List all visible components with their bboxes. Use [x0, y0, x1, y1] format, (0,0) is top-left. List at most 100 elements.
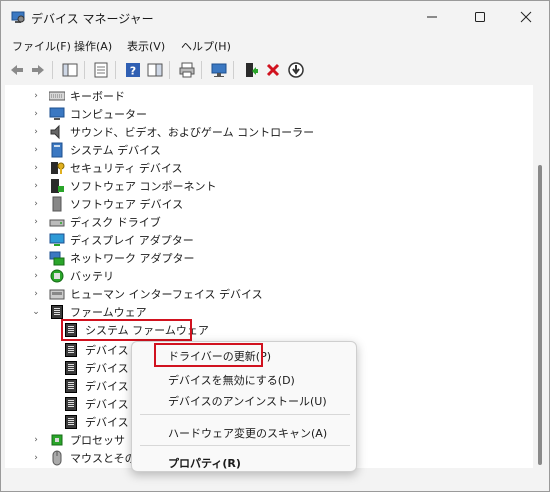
menu-help[interactable]: ヘルプ(H): [181, 38, 231, 54]
tree-item-label: セキュリティ デバイス: [70, 162, 183, 175]
console-tree-button[interactable]: [60, 60, 80, 80]
print-button[interactable]: [177, 60, 197, 80]
forward-button[interactable]: [28, 60, 48, 80]
menu-file[interactable]: ファイル(F): [12, 38, 71, 54]
chevron-right-icon[interactable]: ›: [31, 163, 41, 173]
action-pane-button[interactable]: [145, 60, 165, 80]
disable-toolbar-button[interactable]: [286, 60, 306, 80]
security-device-icon: [51, 162, 65, 174]
tree-item-disk-drives[interactable]: › ディスク ドライブ: [31, 213, 161, 231]
menu-item-scan-hardware[interactable]: ハードウェア変更のスキャン(A): [168, 425, 327, 441]
firmware-icon: [49, 304, 65, 320]
minimize-icon: [427, 16, 437, 18]
scrollbar-thumb[interactable]: [538, 165, 542, 465]
close-button[interactable]: [503, 1, 549, 33]
firmware-icon: [65, 415, 77, 429]
chevron-right-icon[interactable]: ›: [31, 127, 41, 137]
vertical-scrollbar[interactable]: [533, 85, 547, 468]
tree-item-label: キーボード: [70, 90, 125, 103]
back-arrow-icon: [11, 65, 23, 75]
chevron-down-icon[interactable]: ⌄: [31, 307, 41, 317]
toolbar-divider: [115, 61, 116, 79]
chevron-right-icon[interactable]: ›: [31, 199, 41, 209]
firmware-icon: [65, 379, 77, 393]
chevron-right-icon[interactable]: ›: [31, 181, 41, 191]
forward-arrow-icon: [32, 65, 44, 75]
chevron-right-icon[interactable]: ›: [31, 217, 41, 227]
toolbar-divider: [233, 61, 234, 79]
highlight-box-update-driver: [154, 343, 263, 367]
maximize-button[interactable]: [457, 1, 503, 33]
window-title: デバイス マネージャー: [31, 12, 154, 26]
tree-item-label: ファームウェア: [70, 306, 147, 319]
chevron-right-icon[interactable]: ›: [31, 253, 41, 263]
toolbar-divider: [52, 61, 53, 79]
tree-item-label: バッテリ: [70, 270, 114, 283]
chevron-right-icon[interactable]: ›: [31, 235, 41, 245]
tree-item-hid[interactable]: › ヒューマン インターフェイス デバイス: [31, 285, 262, 303]
processor-icon: [51, 434, 63, 446]
software-device-icon: [52, 196, 62, 212]
keyboard-icon: [49, 91, 65, 101]
download-circle-icon: [288, 62, 304, 78]
tree-item-keyboard[interactable]: › キーボード: [31, 87, 125, 105]
tree-item-processors[interactable]: › プロセッサ: [31, 431, 125, 449]
tree-item-label: サウンド、ビデオ、およびゲーム コントローラー: [70, 126, 315, 139]
system-device-icon: [51, 142, 63, 158]
scan-hardware-button[interactable]: [209, 60, 229, 80]
tree-item-batteries[interactable]: › バッテリ: [31, 267, 114, 285]
update-driver-icon: [246, 63, 258, 77]
software-component-icon: [51, 179, 64, 193]
chevron-right-icon[interactable]: ›: [31, 289, 41, 299]
action-pane-icon: [147, 63, 163, 77]
back-button[interactable]: [7, 60, 27, 80]
tree-item-display-adapters[interactable]: › ディスプレイ アダプター: [31, 231, 194, 249]
chevron-right-icon[interactable]: ›: [31, 271, 41, 281]
tree-item-label: ネットワーク アダプター: [70, 252, 195, 265]
firmware-icon: [65, 361, 77, 375]
toolbar-divider: [201, 61, 202, 79]
chevron-right-icon[interactable]: ›: [31, 145, 41, 155]
network-adapter-icon: [49, 251, 65, 266]
firmware-icon: [65, 343, 77, 357]
red-x-icon: [266, 63, 280, 77]
tree-item-label: システム デバイス: [70, 144, 161, 157]
tree-item-software-components[interactable]: › ソフトウェア コンポーネント: [31, 177, 217, 195]
menu-item-properties[interactable]: プロパティ(R): [168, 455, 241, 471]
menu-item-uninstall-device[interactable]: デバイスのアンインストール(U): [168, 393, 327, 409]
update-driver-toolbar-button[interactable]: [241, 60, 261, 80]
menu-action[interactable]: 操作(A): [74, 38, 112, 54]
menu-bar: ファイル(F) 操作(A) 表示(V) ヘルプ(H): [1, 34, 549, 56]
tree-item-computer[interactable]: › コンピューター: [31, 105, 147, 123]
tree-item-system-devices[interactable]: › システム デバイス: [31, 141, 161, 159]
toolbar-divider: [169, 61, 170, 79]
tree-item-software-devices[interactable]: › ソフトウェア デバイス: [31, 195, 183, 213]
tree-item-label: ディスプレイ アダプター: [70, 234, 194, 247]
tree-item-security-devices[interactable]: › セキュリティ デバイス: [31, 159, 183, 177]
menu-view[interactable]: 表示(V): [127, 38, 165, 54]
tree-item-mice[interactable]: › マウスとそのほ: [31, 449, 147, 467]
display-adapter-icon: [49, 233, 65, 246]
toolbar-divider: [84, 61, 85, 79]
chevron-right-icon[interactable]: ›: [31, 453, 41, 463]
tree-item-label: ソフトウェア デバイス: [70, 198, 184, 211]
properties-toolbar-button[interactable]: [91, 60, 111, 80]
help-toolbar-button[interactable]: ?: [123, 60, 143, 80]
uninstall-toolbar-button[interactable]: [263, 60, 283, 80]
close-icon: [520, 11, 532, 23]
tree-item-network-adapters[interactable]: › ネットワーク アダプター: [31, 249, 195, 267]
chevron-right-icon[interactable]: ›: [31, 91, 41, 101]
tree-item-sound[interactable]: › サウンド、ビデオ、およびゲーム コントローラー: [31, 123, 314, 141]
highlight-box-system-firmware: [61, 319, 192, 341]
console-tree-icon: [62, 63, 78, 77]
monitor-scan-icon: [211, 63, 227, 77]
menu-item-disable-device[interactable]: デバイスを無効にする(D): [168, 372, 295, 388]
chevron-right-icon[interactable]: ›: [31, 435, 41, 445]
svg-text:?: ?: [130, 65, 136, 78]
tree-item-label: コンピューター: [70, 108, 147, 121]
minimize-button[interactable]: [409, 1, 455, 33]
menu-divider: [140, 414, 350, 415]
help-icon: ?: [126, 63, 140, 78]
chevron-right-icon[interactable]: ›: [31, 109, 41, 119]
context-menu: ドライバーの更新(P) デバイスを無効にする(D) デバイスのアンインストール(…: [131, 341, 357, 472]
